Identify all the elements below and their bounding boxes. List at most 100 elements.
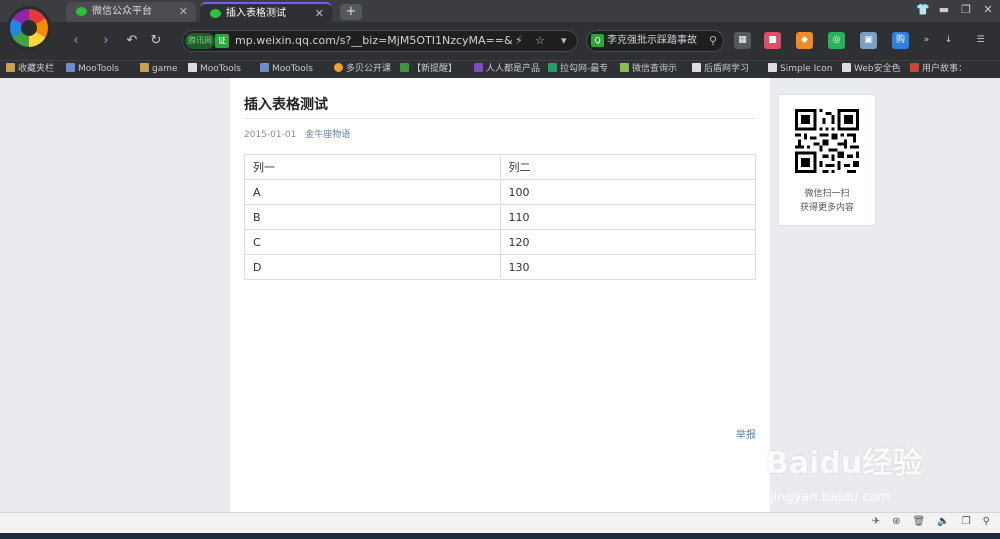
tab-insert-table-test[interactable]: 插入表格测试 ✕ (200, 2, 332, 22)
extension-red-icon[interactable]: ■ (764, 32, 781, 49)
bookmark-item[interactable]: 【新提醒】 (400, 61, 466, 78)
trash-icon[interactable]: 🗑 (913, 516, 926, 527)
qr-caption: 微信扫一扫 获得更多内容 (779, 187, 875, 215)
tab-bar: 微信公众平台 ✕ 插入表格测试 ✕ + 👕 ▬ ❐ ✕ (0, 0, 1000, 22)
status-bar: ✈ ⊛ 🗑 🔈 ❐ ⚲ (0, 512, 1000, 533)
page-icon (692, 63, 701, 72)
wrench-icon (66, 63, 75, 72)
url-text[interactable]: mp.weixin.qq.com/s?__biz=MjM5OTI1NzcyMA=… (235, 31, 515, 51)
article-meta: 2015-01-01 金牛座物语 (244, 127, 350, 140)
back-icon[interactable]: ‹ (66, 31, 86, 51)
volume-icon[interactable]: 🔈 (937, 516, 949, 527)
qr-code-icon (795, 109, 859, 173)
extension-green-icon[interactable]: ◎ (828, 32, 845, 49)
restore-icon[interactable]: ❐ (960, 3, 972, 16)
bookmark-item[interactable]: Simple Icon (768, 61, 834, 78)
table-cell: C (244, 229, 501, 255)
undo-icon[interactable]: ↶ (122, 31, 142, 51)
security-label: 腾讯网 (185, 33, 215, 49)
status-icons: ✈ ⊛ 🗑 🔈 ❐ ⚲ (872, 516, 990, 527)
screenshot-icon[interactable]: ▣ (860, 32, 877, 49)
zoom-icon[interactable]: ⚲ (983, 516, 990, 527)
dropdown-icon[interactable]: ▾ (561, 31, 567, 51)
table-cell: A (244, 179, 501, 205)
apps-grid-icon[interactable]: ▦ (734, 32, 751, 49)
pin-icon[interactable]: ✈ (872, 516, 880, 527)
article-panel: 插入表格测试 2015-01-01 金牛座物语 列一 列二 A 100 B 11… (230, 78, 770, 512)
bookmark-item[interactable]: 人人都是产品 (474, 61, 540, 78)
bookmark-item[interactable]: Web安全色 (842, 61, 902, 78)
browser-logo-icon[interactable] (10, 9, 48, 47)
certificate-icon[interactable]: 证 (215, 34, 229, 48)
skin-icon[interactable]: 👕 (916, 3, 930, 16)
search-icon[interactable]: ⚲ (709, 31, 717, 51)
download-icon[interactable]: ↓ (940, 32, 957, 49)
bookmark-item[interactable]: MooTools (260, 61, 326, 78)
table-header-cell: 列一 (244, 154, 501, 180)
article-title: 插入表格测试 (244, 97, 328, 113)
site-icon (400, 63, 409, 72)
qr-caption-line: 微信扫一扫 (804, 189, 850, 199)
bookmark-item[interactable]: game (140, 61, 182, 78)
wrench-icon (260, 63, 269, 72)
wechat-icon (210, 9, 221, 18)
m-icon (474, 63, 483, 72)
compat-icon[interactable]: ⊛ (892, 516, 900, 527)
os-taskbar (0, 533, 1000, 539)
new-tab-button[interactable]: + (340, 4, 362, 20)
wechat-icon (76, 7, 87, 16)
minimize-icon[interactable]: ▬ (938, 3, 950, 16)
bookmark-item[interactable]: 后盾网学习 (692, 61, 758, 78)
forward-icon[interactable]: › (96, 31, 116, 51)
window-controls: 👕 ▬ ❐ ✕ (916, 3, 994, 16)
star-icon[interactable]: ☆ (535, 31, 545, 51)
close-window-icon[interactable]: ✕ (982, 3, 994, 16)
bookmark-item[interactable]: MooTools (66, 61, 134, 78)
qr-code-panel: 微信扫一扫 获得更多内容 (778, 94, 876, 226)
folder-icon (6, 63, 15, 72)
page-viewport: 插入表格测试 2015-01-01 金牛座物语 列一 列二 A 100 B 11… (0, 78, 1000, 512)
bookmark-item[interactable]: 微信查询示 (620, 61, 684, 78)
close-icon[interactable]: ✕ (315, 4, 324, 24)
table-row: C 120 (244, 229, 756, 255)
window-icon[interactable]: ❐ (962, 516, 971, 527)
search-box[interactable]: Q 李克强批示踩踏事故 ⚲ (586, 30, 724, 52)
page-icon (188, 63, 197, 72)
table-cell: D (244, 254, 501, 280)
l-icon (548, 63, 557, 72)
menu-icon[interactable]: ☰ (972, 32, 989, 49)
report-link[interactable]: 举报 (736, 426, 756, 441)
publish-date: 2015-01-01 (244, 130, 297, 140)
bookmark-item[interactable]: 用户故事： (910, 61, 994, 78)
tab-label: 插入表格测试 (226, 8, 286, 19)
title-divider (244, 118, 756, 119)
search-engine-icon[interactable]: Q (591, 34, 604, 47)
folder-icon (140, 63, 149, 72)
site-icon (620, 63, 629, 72)
table-row: B 110 (244, 204, 756, 230)
table-row: D 130 (244, 254, 756, 280)
search-input[interactable]: 李克强批示踩踏事故 (607, 31, 699, 51)
shopping-icon[interactable]: 购 (892, 32, 909, 49)
page-icon (842, 63, 851, 72)
tab-wechat-platform[interactable]: 微信公众平台 ✕ (66, 2, 196, 22)
author-link[interactable]: 金牛座物语 (305, 130, 350, 140)
table-cell: 100 (499, 179, 756, 205)
page-icon (768, 63, 777, 72)
table-cell: 110 (499, 204, 756, 230)
table-cell: B (244, 204, 501, 230)
site-icon (910, 63, 919, 72)
tab-label: 微信公众平台 (92, 6, 152, 17)
bookmark-item[interactable]: MooTools (188, 61, 250, 78)
bookmark-item[interactable]: 拉勾网-最专 (548, 61, 612, 78)
more-extensions-icon[interactable]: » (918, 32, 935, 49)
refresh-icon[interactable]: ↻ (146, 31, 166, 51)
bookmark-item[interactable]: 多贝公开课 (334, 61, 396, 78)
browser-toolbar: ‹ › ↶ ↻ 腾讯网 证 mp.weixin.qq.com/s?__biz=M… (0, 22, 1000, 60)
address-bar[interactable]: 腾讯网 证 mp.weixin.qq.com/s?__biz=MjM5OTI1N… (182, 30, 578, 52)
bookmark-item[interactable]: 收藏夹栏 (6, 61, 60, 78)
close-icon[interactable]: ✕ (179, 2, 188, 22)
extension-orange-icon[interactable]: ◆ (796, 32, 813, 49)
lightning-icon[interactable]: ⚡ (515, 31, 523, 51)
table-cell: 130 (499, 254, 756, 280)
